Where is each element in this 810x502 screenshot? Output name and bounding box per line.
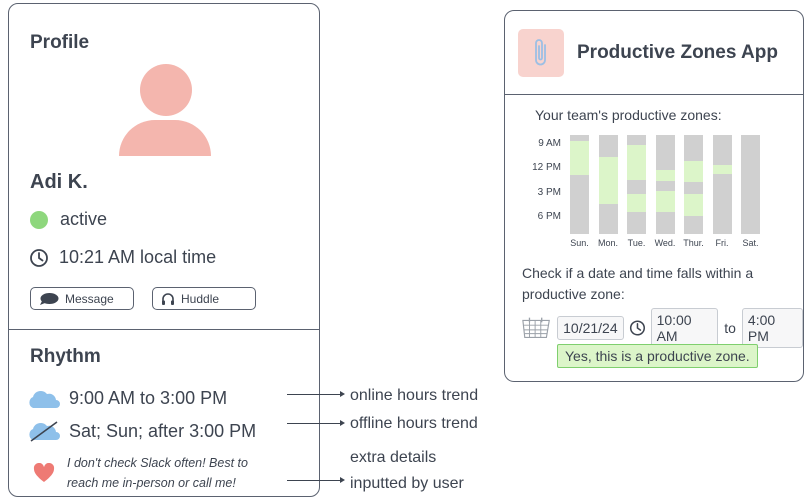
offline-annotation-text: offline hours trend: [350, 415, 478, 432]
online-hours-text: 9:00 AM to 3:00 PM: [69, 388, 228, 408]
offline-annotation-line: [287, 423, 340, 424]
offline-hours-row: Sat; Sun; after 3:00 PM: [27, 420, 256, 442]
message-button-label: Message: [65, 291, 114, 306]
online-hours-row: 9:00 AM to 3:00 PM: [27, 388, 227, 409]
extra-annotation-line-2: inputted by user: [350, 475, 464, 492]
user-name: Adi K.: [30, 171, 88, 193]
paperclip-logo-icon: [518, 29, 564, 77]
user-note-row: I don't check Slack often! Best to reach…: [33, 453, 248, 493]
y-tick-label: 9 AM: [538, 138, 561, 149]
user-note-line-2: reach me in-person or call me!: [67, 476, 236, 490]
zone-check-form: 10/21/24 10:00 AM to 4:00 PM: [521, 308, 803, 348]
local-time-text: 10:21 AM local time: [59, 247, 217, 267]
y-tick-label: 12 PM: [532, 162, 561, 173]
end-time-input[interactable]: 4:00 PM: [741, 308, 803, 348]
rhythm-title: Rhythm: [30, 346, 101, 367]
day-column-sat: [741, 135, 760, 234]
productive-zones-chart: 9 AM 12 PM 3 PM 6 PM Sun. Mon. Tue. Wed. Thur. Fr…: [519, 131, 769, 256]
offline-annotation-arrow-icon: [340, 420, 345, 426]
user-note: I don't check Slack often! Best to reach…: [67, 453, 248, 493]
app-card: Productive Zones App Your team's product…: [504, 10, 804, 382]
productive-zone-bar: [627, 144, 646, 180]
day-column-fri: [712, 135, 732, 234]
productive-zone-bar: [598, 156, 618, 205]
headphones-icon: [162, 292, 174, 305]
productive-zone-bar: [712, 164, 732, 174]
cloud-icon: [29, 390, 60, 408]
app-divider: [505, 94, 803, 95]
huddle-button[interactable]: Huddle: [152, 287, 256, 310]
day-column-mon: [598, 135, 618, 234]
message-button[interactable]: Message: [30, 287, 134, 310]
online-annotation-arrow-icon: [340, 391, 345, 397]
day-column-sun: [570, 135, 589, 234]
extra-annotation-line: [287, 480, 340, 481]
day-column-wed: [655, 135, 675, 234]
extra-annotation-line-1: extra details: [350, 449, 437, 466]
y-tick-label: 3 PM: [537, 187, 561, 198]
productive-zone-bar: [655, 191, 675, 213]
calendar-icon: [522, 317, 550, 338]
y-tick-label: 6 PM: [537, 211, 561, 222]
profile-card: Profile Adi K. active 10:21 AM local tim…: [8, 3, 320, 497]
check-instructions: Check if a date and time falls within a …: [522, 265, 754, 302]
online-annotation-text: online hours trend: [350, 387, 479, 404]
productive-zone-bar: [627, 194, 646, 213]
status-text: active: [60, 209, 108, 229]
app-title: Productive Zones App: [577, 42, 778, 63]
active-status-dot-icon: [30, 210, 48, 229]
productive-zone-bar: [684, 160, 703, 182]
clock-icon: [30, 248, 48, 267]
extra-annotation-text: extra details inputted by user: [350, 447, 464, 495]
profile-divider: [9, 329, 319, 330]
day-column-thur: [684, 135, 703, 234]
status-row: active: [30, 209, 107, 230]
result-badge: Yes, this is a productive zone.: [557, 344, 758, 368]
user-note-line-1: I don't check Slack often! Best to: [67, 456, 248, 470]
start-time-input[interactable]: 10:00 AM: [650, 308, 719, 348]
chat-bubble-icon: [40, 292, 59, 305]
offline-cloud-icon: [29, 421, 60, 442]
online-annotation-line: [287, 394, 340, 395]
local-time-row: 10:21 AM local time: [29, 247, 216, 268]
profile-title: Profile: [30, 32, 90, 53]
day-label: Sat.: [742, 238, 759, 248]
clock-icon: [629, 320, 645, 336]
avatar: [117, 64, 213, 158]
day-column-tue: [627, 135, 646, 234]
huddle-button-label: Huddle: [181, 291, 220, 306]
date-input[interactable]: 10/21/24: [557, 316, 624, 340]
productive-zone-bar: [570, 140, 589, 175]
to-label: to: [724, 320, 736, 336]
zones-heading: Your team's productive zones:: [535, 107, 722, 123]
heart-icon: [33, 463, 55, 482]
extra-annotation-arrow-icon: [340, 477, 345, 483]
productive-zone-bar: [684, 194, 703, 217]
offline-hours-text: Sat; Sun; after 3:00 PM: [69, 420, 257, 441]
productive-zone-bar: [655, 169, 675, 181]
